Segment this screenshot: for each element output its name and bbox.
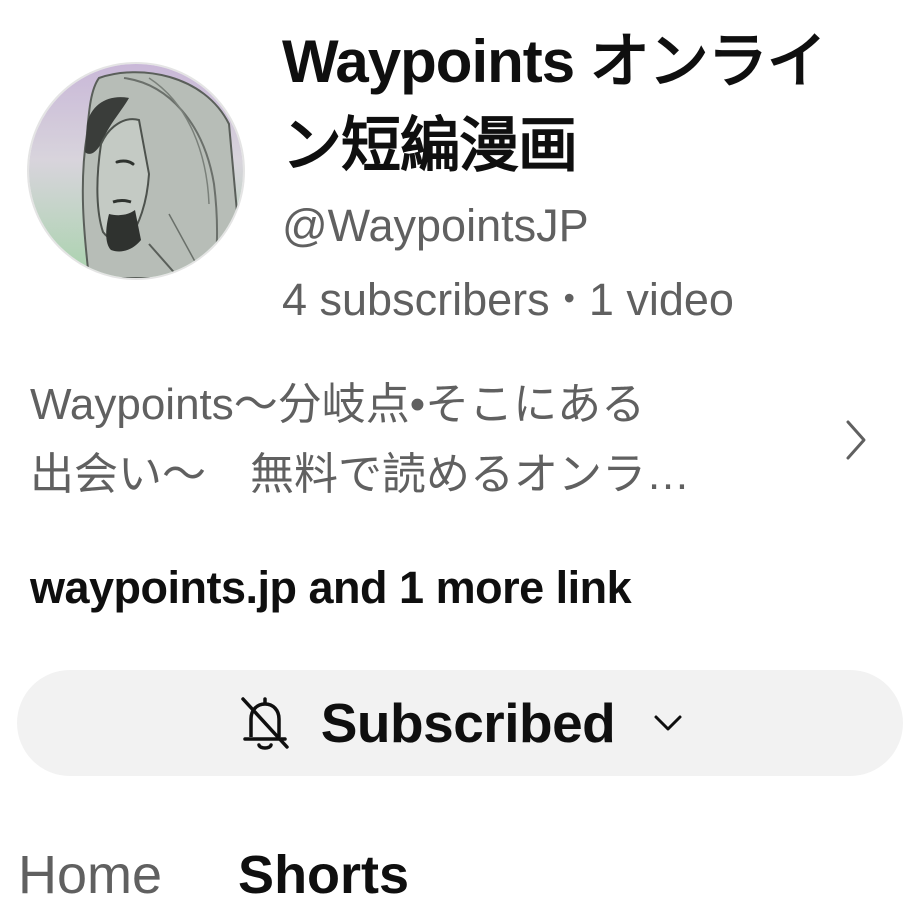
subscriber-count: 4 subscribers <box>282 274 550 325</box>
tab-home[interactable]: Home <box>18 840 162 920</box>
subscribed-button[interactable]: Subscribed <box>17 670 903 776</box>
channel-tabs: Home Shorts <box>18 840 409 920</box>
stats-separator: • <box>563 280 575 316</box>
tab-shorts[interactable]: Shorts <box>238 840 409 920</box>
chevron-down-icon <box>654 715 682 731</box>
description-line-2: 出会い～ 無料で読めるオンラ… <box>30 450 690 499</box>
bell-off-icon <box>240 697 289 750</box>
video-count: 1 video <box>588 274 734 325</box>
subscribed-label: Subscribed <box>320 692 616 754</box>
channel-title: Waypoints オンライン短編漫画 <box>282 28 827 179</box>
channel-handle: @WaypointsJP <box>282 200 589 251</box>
chevron-right-icon[interactable] <box>842 418 870 462</box>
avatar-illustration <box>29 64 243 278</box>
channel-links[interactable]: waypoints.jp and 1 more link <box>30 560 632 616</box>
channel-avatar[interactable] <box>27 62 245 280</box>
channel-stats: 4 subscribers • 1 video <box>282 270 734 328</box>
channel-description[interactable]: Waypoints～分岐点•そこにある 出会い～ 無料で読めるオンラ… <box>30 370 810 510</box>
description-line-1: Waypoints～分岐点•そこにある <box>30 380 646 429</box>
